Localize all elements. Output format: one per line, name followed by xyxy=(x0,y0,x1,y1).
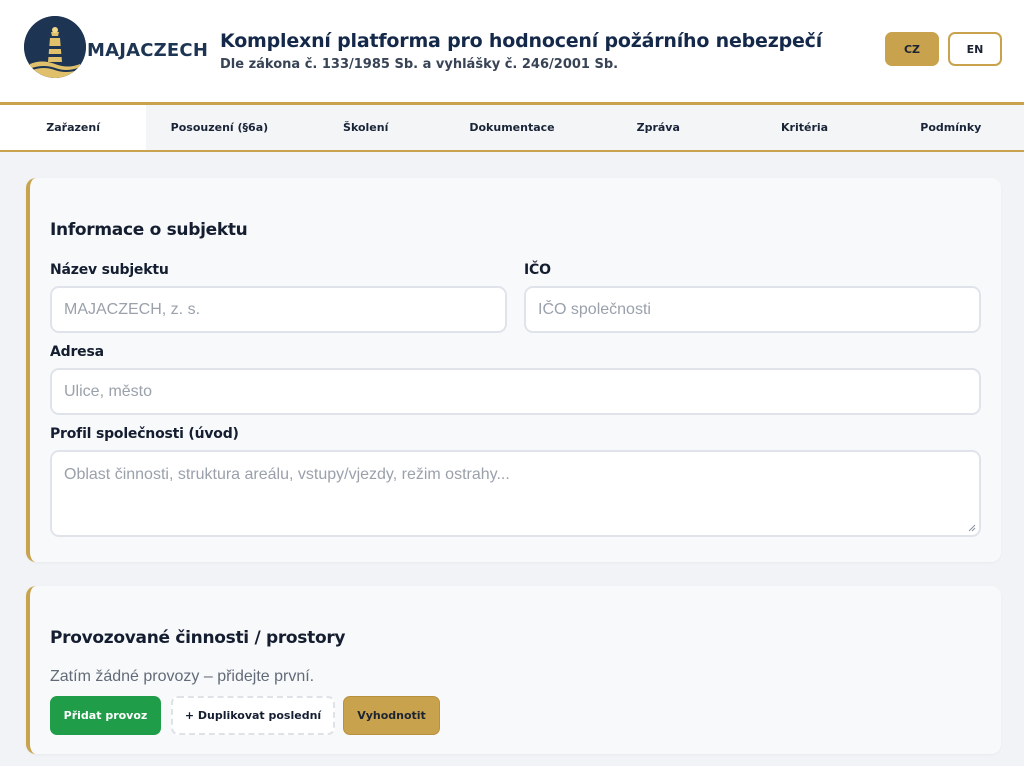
page-title: Komplexní platforma pro hodnocení požárn… xyxy=(220,30,823,52)
empty-operations-text: Zatím žádné provozy – přidejte první. xyxy=(50,668,315,685)
ico-label: IČO xyxy=(524,262,551,278)
lighthouse-icon xyxy=(24,16,86,78)
ico-input[interactable]: IČO společnosti xyxy=(524,286,981,333)
tab-bar: Zařazení Posouzení (§6a) Školení Dokumen… xyxy=(0,105,1024,150)
address-input[interactable]: Ulice, město xyxy=(50,368,981,415)
duplicate-last-button[interactable]: + Duplikovat poslední xyxy=(171,696,335,735)
profile-textarea[interactable]: Oblast činnosti, struktura areálu, vstup… xyxy=(50,450,981,537)
tab-zprava[interactable]: Zpráva xyxy=(585,105,731,150)
tab-dokumentace[interactable]: Dokumentace xyxy=(439,105,585,150)
subject-name-input[interactable]: MAJACZECH, z. s. xyxy=(50,286,507,333)
language-en-button[interactable]: EN xyxy=(948,32,1002,66)
tab-podminky[interactable]: Podmínky xyxy=(878,105,1024,150)
add-operation-button[interactable]: Přidat provoz xyxy=(50,696,161,735)
tab-divider xyxy=(0,150,1024,152)
subject-info-card: Informace o subjektu Název subjektu MAJA… xyxy=(26,178,1001,562)
subject-name-label: Název subjektu xyxy=(50,262,169,278)
profile-placeholder: Oblast činnosti, struktura areálu, vstup… xyxy=(64,466,510,483)
resize-handle-icon[interactable] xyxy=(968,524,976,532)
operations-card: Provozované činnosti / prostory Zatím žá… xyxy=(26,586,1001,754)
tab-posouzeni[interactable]: Posouzení (§6a) xyxy=(146,105,292,150)
logo[interactable]: MAJACZECH xyxy=(24,16,208,78)
app-header: MAJACZECH Komplexní platforma pro hodnoc… xyxy=(0,0,1024,102)
operations-heading: Provozované činnosti / prostory xyxy=(50,628,346,648)
evaluate-button[interactable]: Vyhodnotit xyxy=(343,696,440,735)
tab-kriteria[interactable]: Kritéria xyxy=(731,105,877,150)
subject-info-heading: Informace o subjektu xyxy=(50,220,248,240)
profile-label: Profil společnosti (úvod) xyxy=(50,426,239,442)
logo-text: MAJACZECH xyxy=(87,39,209,61)
address-label: Adresa xyxy=(50,344,104,360)
tab-zarazeni[interactable]: Zařazení xyxy=(0,105,147,150)
page-subtitle: Dle zákona č. 133/1985 Sb. a vyhlášky č.… xyxy=(220,57,619,72)
tab-skoleni[interactable]: Školení xyxy=(293,105,439,150)
language-cz-button[interactable]: CZ xyxy=(885,32,939,66)
